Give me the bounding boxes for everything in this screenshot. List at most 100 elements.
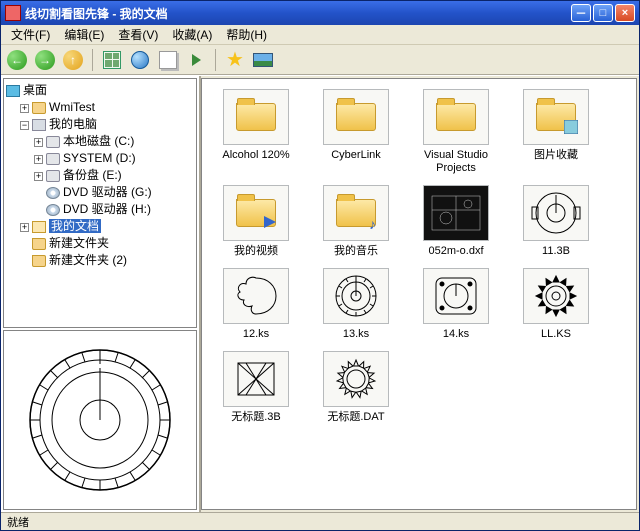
item-label: 我的音乐 xyxy=(334,245,378,258)
arrow-left-icon: ← xyxy=(7,50,27,70)
computer-icon xyxy=(32,119,46,131)
play-icon xyxy=(192,54,201,66)
left-panel: 桌面 +WmiTest −我的电脑 +本地磁盘 (C:) +SYSTEM (D:… xyxy=(1,76,201,512)
folder-icon: ♪ xyxy=(323,185,389,241)
view-clock-button[interactable] xyxy=(128,48,152,72)
tree-node-drive-c[interactable]: + 本地磁盘 (C:) xyxy=(34,133,194,150)
list-item[interactable]: 11.3B xyxy=(508,185,604,258)
app-icon xyxy=(5,5,21,21)
expand-icon[interactable]: + xyxy=(34,138,43,147)
list-item[interactable]: 图片收藏 xyxy=(508,89,604,175)
maximize-button[interactable]: □ xyxy=(593,4,613,22)
desktop-icon xyxy=(6,85,20,97)
tree-node-my-computer[interactable]: −我的电脑 +本地磁盘 (C:) +SYSTEM (D:) +备份盘 (E:) … xyxy=(20,116,194,218)
tree-node-drive-d[interactable]: +SYSTEM (D:) xyxy=(34,150,194,167)
menu-edit[interactable]: 编辑(E) xyxy=(58,25,110,44)
view-pages-button[interactable] xyxy=(156,48,180,72)
tree-node-new-folder-2[interactable]: 新建文件夹 (2) xyxy=(20,252,194,269)
dvd-icon xyxy=(46,187,60,199)
expand-icon[interactable]: + xyxy=(20,223,29,232)
tree-label: 本地磁盘 (C:) xyxy=(63,134,134,148)
tree-node-new-folder[interactable]: 新建文件夹 xyxy=(20,235,194,252)
favorite-button[interactable]: ★ xyxy=(223,48,247,72)
menu-help[interactable]: 帮助(H) xyxy=(220,25,273,44)
folder-open-icon xyxy=(32,221,46,233)
pages-icon xyxy=(159,51,177,69)
tree-node-wmitest[interactable]: + WmiTest xyxy=(20,99,194,116)
preview-pane xyxy=(3,330,197,510)
item-label: 12.ks xyxy=(243,328,269,341)
list-item[interactable]: LL.KS xyxy=(508,268,604,341)
toolbar: ← → ↑ ★ xyxy=(1,45,639,75)
list-item[interactable]: 无标题.DAT xyxy=(308,351,404,424)
window-title: 线切割看图先锋 - 我的文档 xyxy=(25,5,571,22)
tree-label: 新建文件夹 xyxy=(49,236,109,250)
tree-label: WmiTest xyxy=(49,100,95,114)
list-item[interactable]: 052m-o.dxf xyxy=(408,185,504,258)
list-item[interactable]: ♪ 我的音乐 xyxy=(308,185,404,258)
list-item[interactable]: 12.ks xyxy=(208,268,304,341)
tree-node-desktop[interactable]: 桌面 +WmiTest −我的电脑 +本地磁盘 (C:) +SYSTEM (D:… xyxy=(6,82,194,269)
tree-node-dvd-g[interactable]: DVD 驱动器 (G:) xyxy=(34,184,194,201)
item-label: 052m-o.dxf xyxy=(428,245,483,258)
list-item[interactable]: 14.ks xyxy=(408,268,504,341)
item-label: Alcohol 120% xyxy=(222,149,289,162)
list-item[interactable]: 我的视频 xyxy=(208,185,304,258)
tree-label: DVD 驱动器 (G:) xyxy=(63,185,152,199)
folder-icon xyxy=(32,238,46,250)
view-grid-button[interactable] xyxy=(100,48,124,72)
menu-bar: 文件(F) 编辑(E) 查看(V) 收藏(A) 帮助(H) xyxy=(1,25,639,45)
list-item[interactable]: Alcohol 120% xyxy=(208,89,304,175)
tree-node-dvd-h[interactable]: DVD 驱动器 (H:) xyxy=(34,201,194,218)
star-icon: ★ xyxy=(226,50,244,70)
expand-icon[interactable]: + xyxy=(34,172,43,181)
image-icon xyxy=(253,53,273,67)
nav-up-button[interactable]: ↑ xyxy=(61,48,85,72)
clock-icon xyxy=(131,51,149,69)
preview-drawing-icon xyxy=(20,340,180,500)
menu-file[interactable]: 文件(F) xyxy=(5,25,56,44)
tree-node-drive-e[interactable]: + 备份盘 (E:) xyxy=(34,167,194,184)
music-badge-icon: ♪ xyxy=(369,216,376,232)
list-item[interactable]: 无标题.3B xyxy=(208,351,304,424)
item-label: 14.ks xyxy=(443,328,469,341)
grid-icon xyxy=(103,51,121,69)
item-label: 我的视频 xyxy=(234,245,278,258)
expand-icon[interactable]: + xyxy=(34,155,43,164)
folder-icon xyxy=(223,185,289,241)
image-button[interactable] xyxy=(251,48,275,72)
play-button[interactable] xyxy=(184,48,208,72)
gear-thumb-icon xyxy=(323,351,389,407)
item-label: 13.ks xyxy=(343,328,369,341)
nav-forward-button[interactable]: → xyxy=(33,48,57,72)
app-window: 线切割看图先锋 - 我的文档 － □ × 文件(F) 编辑(E) 查看(V) 收… xyxy=(0,0,640,531)
list-item[interactable]: 13.ks xyxy=(308,268,404,341)
file-list[interactable]: Alcohol 120% CyberLink Visual Studio Pro… xyxy=(201,78,637,510)
close-button[interactable]: × xyxy=(615,4,635,22)
menu-view[interactable]: 查看(V) xyxy=(112,25,164,44)
dxf-thumb-icon xyxy=(423,185,489,241)
item-label: LL.KS xyxy=(541,328,571,341)
tree-label: 备份盘 (E:) xyxy=(63,168,122,182)
status-bar: 就绪 xyxy=(1,512,639,530)
collapse-icon[interactable]: − xyxy=(20,121,29,130)
part-thumb-icon xyxy=(323,268,389,324)
item-label: Visual Studio Projects xyxy=(409,149,503,175)
tree-label: DVD 驱动器 (H:) xyxy=(63,202,151,216)
item-label: 无标题.DAT xyxy=(327,411,384,424)
list-item[interactable]: Visual Studio Projects xyxy=(408,89,504,175)
toolbar-separator xyxy=(215,49,216,71)
item-label: CyberLink xyxy=(331,149,381,162)
toolbar-separator xyxy=(92,49,93,71)
drive-icon xyxy=(46,136,60,148)
dvd-icon xyxy=(46,204,60,216)
expand-icon[interactable]: + xyxy=(20,104,29,113)
tree-node-my-documents[interactable]: +我的文档 xyxy=(20,218,194,235)
video-badge-icon xyxy=(264,216,276,228)
menu-favorites[interactable]: 收藏(A) xyxy=(166,25,218,44)
folder-tree[interactable]: 桌面 +WmiTest −我的电脑 +本地磁盘 (C:) +SYSTEM (D:… xyxy=(3,78,197,328)
list-item[interactable]: CyberLink xyxy=(308,89,404,175)
nav-back-button[interactable]: ← xyxy=(5,48,29,72)
minimize-button[interactable]: － xyxy=(571,4,591,22)
tree-label: 我的电脑 xyxy=(49,117,97,131)
